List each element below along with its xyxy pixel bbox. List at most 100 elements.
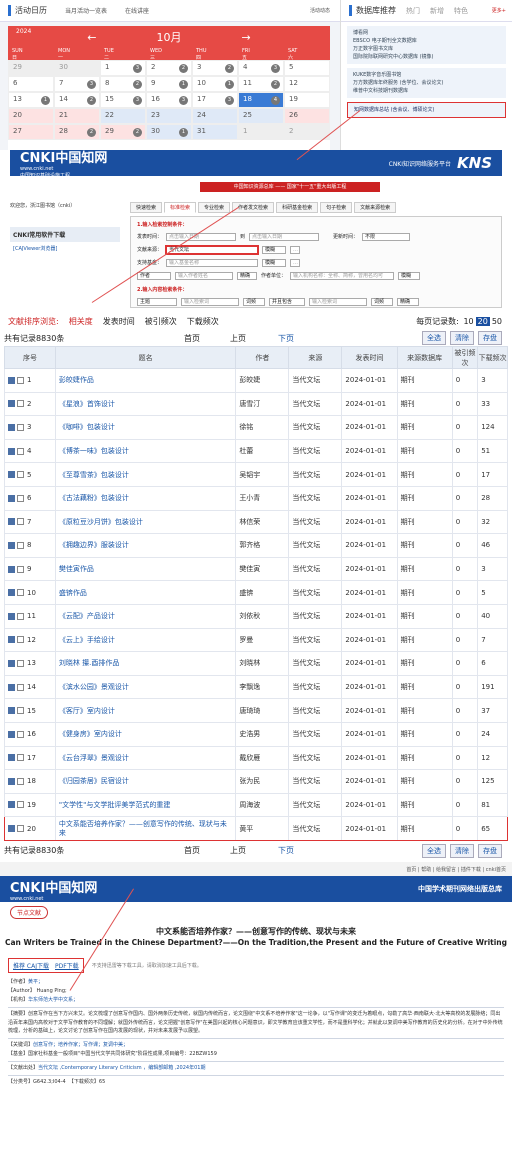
tab-online-lecture[interactable]: 在线讲座 [125,6,149,15]
title-cell[interactable]: 《咖啡》包装设计 [54,415,237,440]
org-match-select[interactable]: 模糊 [398,271,421,280]
title-cell[interactable]: 《博茶一味》包装设计 [54,438,237,464]
download-icon[interactable] [8,777,15,785]
title-cell[interactable]: 《云上》手绘设计 [54,627,237,653]
calendar-day[interactable]: 29 [8,60,54,76]
calendar-day[interactable]: 28 2 [54,124,100,140]
sort-downloads[interactable]: 下载频次 [187,316,219,327]
fund-more-button[interactable]: … [290,258,301,267]
download-icon[interactable] [8,659,15,667]
row-checkbox[interactable] [17,565,24,573]
author-match-select[interactable]: 精确 [237,271,257,280]
download-icon[interactable] [8,400,15,408]
calendar-day[interactable]: 91 [146,76,192,92]
recommend-item[interactable]: EBSCO 电子期刊全文数据库 [353,37,500,45]
event-count-badge[interactable]: 2 [179,64,188,73]
row-checkbox[interactable] [17,777,24,785]
event-count-badge[interactable]: 1 [179,128,188,137]
calendar-day[interactable]: 10 1 [192,76,238,92]
event-count-badge[interactable]: 1 [225,80,234,89]
fund-input[interactable]: 输入基金名称 [166,258,259,267]
recommend-item[interactable]: 知网数据库总站 (含会议、博硕论文) [354,106,499,114]
calendar-day[interactable]: 5 [284,60,330,76]
exact-select[interactable]: 精确 [397,297,419,306]
source-input[interactable]: 当代文坛 [165,244,260,255]
title-cell[interactable]: 《星浪》首饰设计 [54,391,237,417]
calendar-day[interactable]: 29 2 [100,124,146,140]
recommend-item[interactable]: KUKE数字音乐图书馆 [353,71,500,79]
next-page-link[interactable]: 下页 [278,845,418,856]
save-button[interactable]: 存盘 [478,331,502,345]
source-match-select[interactable]: 模糊 [262,245,287,254]
download-icon[interactable] [8,494,15,502]
tab-activity-calendar[interactable]: 活动日历 [8,5,47,16]
event-count-badge[interactable]: 2 [133,128,142,137]
row-checkbox[interactable] [17,423,24,431]
row-checkbox[interactable] [17,494,24,502]
title-cell[interactable]: 《云配》产品设计 [54,603,237,629]
tab-source-search[interactable]: 文献来源检索 [354,202,397,213]
recommend-item[interactable]: 博看网 [353,29,500,37]
per-page-10[interactable]: 10 [461,317,475,326]
calendar-day[interactable]: 1 [238,124,284,140]
tab-standard-search[interactable]: 标准检索 [164,202,197,213]
update-select[interactable]: 不限 [362,232,411,241]
calendar-day[interactable]: 20 [8,108,54,124]
calendar-day[interactable]: 22 [146,60,192,76]
row-checkbox[interactable] [17,518,24,526]
row-checkbox[interactable] [17,447,24,455]
title-cell[interactable]: 《滨水公园》景观设计 [54,674,237,700]
row-checkbox[interactable] [17,825,24,833]
title-cell[interactable]: 樊佳寅作品 [54,556,237,582]
event-count-badge[interactable]: 2 [271,80,280,89]
title-cell[interactable]: 《健身房》室内设计 [54,721,237,747]
pdf-download-button[interactable]: PDF下载 [55,961,79,970]
select-all-button[interactable]: 全选 [422,843,446,858]
first-page-link[interactable]: 首页 [184,333,230,344]
calendar-day[interactable]: 21 [54,108,100,124]
freq-select[interactable]: 词频 [243,297,265,306]
org-input[interactable]: 输入机构名称：全称、简称，曾用名均可 [290,271,395,280]
title-cell[interactable]: 《拥趣边界》服装设计 [54,533,237,558]
title-cell[interactable]: 《至尊雪茶》包装设计 [54,462,237,487]
row-checkbox[interactable] [17,400,24,408]
prev-page-link[interactable]: 上页 [230,333,278,344]
event-count-badge[interactable]: 2 [87,128,96,137]
row-checkbox[interactable] [17,471,24,479]
recommend-item[interactable]: 万正数字图书文库 [353,45,500,53]
download-icon[interactable] [8,376,15,384]
save-button[interactable]: 存盘 [478,843,502,858]
keyword-input[interactable]: 输入检索词 [181,297,239,306]
row-checkbox[interactable] [17,707,24,715]
calendar-day[interactable]: 73 [54,76,100,92]
tab-sentence-search[interactable]: 句子检索 [320,202,353,213]
download-icon[interactable] [8,447,15,455]
calendar-day[interactable]: 30 1 [146,124,192,140]
recommend-item[interactable]: 维普中文科技期刊数据库 [353,87,500,95]
row-checkbox[interactable] [17,801,24,809]
title-cell[interactable]: 彭皎婕作品 [54,368,237,393]
calendar-day[interactable]: 32 [192,60,238,76]
calendar-day[interactable]: 18 4 [238,92,284,108]
sort-date[interactable]: 发表时间 [103,316,135,327]
event-count-badge[interactable]: 4 [271,96,280,105]
download-icon[interactable] [8,825,15,833]
title-cell[interactable]: "文学性"与文学批评美学范式的重建 [54,792,237,818]
fund-match-select[interactable]: 模糊 [262,258,287,267]
calendar-day[interactable]: 82 [100,76,146,92]
recommend-cnki-highlighted[interactable]: 知网数据库总站 (含会议、博硕论文) [347,102,506,118]
freq2-select[interactable]: 词频 [371,297,393,306]
event-count-badge[interactable]: 3 [179,96,188,105]
title-cell[interactable]: 《云台浮翠》景观设计 [54,745,237,771]
event-count-badge[interactable]: 1 [179,80,188,89]
title-cell[interactable]: 中文系能否培养作家？——创意写作的传统、现状与未来 [54,816,237,841]
per-page-20[interactable]: 20 [475,316,490,326]
tab-quick-search[interactable]: 快速检索 [130,202,163,213]
download-icon[interactable] [8,707,15,715]
download-icon[interactable] [8,754,15,762]
keyword2-input[interactable]: 输入检索词 [309,297,367,306]
event-count-badge[interactable]: 3 [87,80,96,89]
calendar-day[interactable]: 27 [8,124,54,140]
row-checkbox[interactable] [17,376,24,384]
source-link[interactable]: 当代文坛 ,Contemporary Literary Criticism ，编… [38,1065,205,1071]
